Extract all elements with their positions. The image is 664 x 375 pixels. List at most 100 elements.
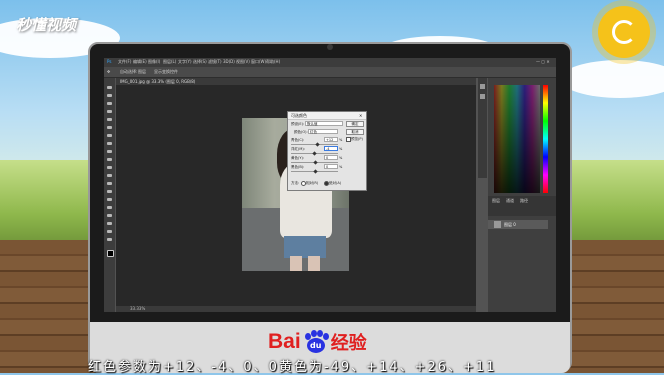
colors-select[interactable]: 红色 [308,129,338,134]
marquee-tool[interactable] [107,94,112,97]
menu-bar: Ps 文件(F) 编辑(E) 图像(I) 图层(L) 文字(Y) 选择(S) 滤… [104,58,556,67]
preview-label: 预览(P) [351,137,363,141]
blur-tool[interactable] [107,182,112,185]
cyan-unit: % [339,138,343,142]
dialog-title-bar: 可选颜色 ✕ [288,112,366,120]
close-icon[interactable]: ✕ [359,113,362,118]
foreground-color-swatch[interactable] [107,250,114,257]
eraser-tool[interactable] [107,166,112,169]
options-bar: ✥ 自动选择: 图层 显示变换控件 [104,67,556,78]
tab-channels[interactable]: 通道 [506,198,514,204]
menu-item-select[interactable]: 选择(S) [193,59,207,65]
zoom-tool[interactable] [107,238,112,241]
paw-toe [322,333,329,340]
photoshop-window: Ps 文件(F) 编辑(E) 图像(I) 图层(L) 文字(Y) 选择(S) 滤… [104,58,556,312]
dodge-tool[interactable] [107,190,112,193]
status-bar: 33.33% [116,306,476,312]
menu-item-help[interactable]: 帮助(H) [266,59,280,65]
yellow-slider-knob[interactable] [313,160,318,165]
brush-tool[interactable] [107,142,112,145]
menu-item-layer[interactable]: 图层(L) [163,59,176,65]
collapsed-panel-icons [478,78,487,178]
cyan-input[interactable]: +12 [324,137,338,142]
hand-tool[interactable] [107,230,112,233]
baidu-logo-text: Bai [268,330,301,353]
color-picker-field[interactable] [494,85,540,193]
menu-item-filter[interactable]: 滤镜(T) [208,59,222,65]
colors-label: 颜色(O): [294,130,308,134]
webcam-icon [327,44,333,50]
baidu-jingyan-logo: Bai du 经验 [268,328,367,356]
history-brush-tool[interactable] [107,158,112,161]
black-label: 黑色(B): [291,165,305,169]
preset-select[interactable]: 默认值 [305,121,343,126]
layers-panel-tabs: 图层 通道 路径 [488,196,556,216]
shape-tool[interactable] [107,222,112,225]
cancel-button[interactable]: 取消 [346,129,364,135]
dialog-title: 可选颜色 [291,113,307,118]
stamp-tool[interactable] [107,150,112,153]
black-input[interactable]: 0 [324,164,338,169]
photo-leg [290,256,302,271]
paw-toe [316,330,323,337]
window-controls-icon[interactable]: — ▢ ✕ [536,59,550,64]
menu-item-file[interactable]: 文件(F) [118,59,131,65]
properties-icon[interactable] [480,94,485,99]
move-tool-icon[interactable]: ✥ [107,69,110,74]
cyan-label: 青色(C): [291,138,305,142]
menu-item-view[interactable]: 视图(V) [236,59,250,65]
ps-logo-icon: Ps [107,59,112,64]
absolute-label: 绝对(A) [329,181,342,185]
tab-paths[interactable]: 路径 [520,198,528,204]
menu-item-window[interactable]: 窗口(W) [251,59,266,65]
path-select-tool[interactable] [107,214,112,217]
photo-leg [308,256,320,271]
magenta-unit: % [339,147,343,151]
relative-label: 相对(R) [306,181,319,185]
magenta-slider-knob[interactable] [312,151,317,156]
yellow-label: 黄色(Y): [291,156,305,160]
menu-item-edit[interactable]: 编辑(E) [133,59,147,65]
quick-select-tool[interactable] [107,110,112,113]
history-icon[interactable] [480,84,485,89]
cyan-slider-knob[interactable] [315,142,320,147]
tab-layers[interactable]: 图层 [492,198,500,204]
sun-logo-icon [598,6,650,58]
photo-shorts [284,236,326,258]
pen-tool[interactable] [107,198,112,201]
selective-color-dialog: 可选颜色 ✕ 预设(E): 默认值 确定 取消 预览(P) 颜色(O): 红色 … [287,111,367,191]
auto-select-label[interactable]: 自动选择: [120,69,137,75]
baidu-paw-label: du [306,338,325,353]
hue-slider[interactable] [543,85,548,193]
method-label: 方法: [291,181,300,185]
show-transform-label[interactable]: 显示变换控件 [154,69,178,75]
layer-thumbnail [494,221,501,228]
yellow-input[interactable]: 0 [324,155,338,160]
baidu-paw-icon: du [303,330,329,354]
jingyan-text: 经验 [330,333,367,354]
zoom-level: 33.33% [130,306,146,311]
layer-name: 图层 0 [504,222,516,227]
video-watermark: 秒懂视频 [16,16,77,34]
magenta-input[interactable]: -4 [324,146,338,151]
ok-button[interactable]: 确定 [346,121,364,127]
menu-item-3d[interactable]: 3D(D) [223,59,235,64]
eyedropper-tool[interactable] [107,126,112,129]
menu-item-image[interactable]: 图像(I) [148,59,160,65]
gradient-tool[interactable] [107,174,112,177]
type-tool[interactable] [107,206,112,209]
black-unit: % [339,165,343,169]
move-tool[interactable] [107,86,112,89]
black-slider-knob[interactable] [313,169,318,174]
magenta-label: 洋红(M): [291,147,305,151]
crop-tool[interactable] [107,118,112,121]
auto-select-target[interactable]: 图层 [138,69,146,75]
menu-item-type[interactable]: 文字(Y) [178,59,192,65]
video-subtitle: 红色参数为+12、-4、0、0黄色为-49、+14、+26、+11 [88,360,497,375]
healing-tool[interactable] [107,134,112,137]
preset-label: 预设(E): [291,122,305,126]
lasso-tool[interactable] [107,102,112,105]
layer-row[interactable]: 图层 0 [488,220,548,229]
tools-panel [104,78,115,312]
paw-toe [310,330,317,337]
